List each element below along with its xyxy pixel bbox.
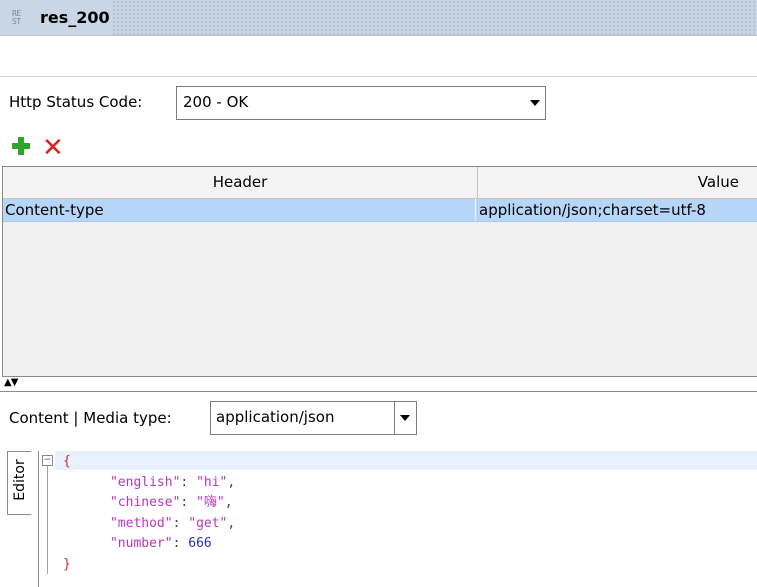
media-type-dropdown-button[interactable] xyxy=(394,402,416,434)
content-media-type-label: Content | Media type: xyxy=(9,409,172,427)
document-tab[interactable]: RE ST res_200 xyxy=(0,0,113,35)
json-key: "method" xyxy=(109,515,173,531)
column-header-value[interactable]: Value xyxy=(478,167,757,198)
media-type-select[interactable]: application/json xyxy=(210,401,417,435)
splitter[interactable] xyxy=(0,391,757,392)
delete-x-icon[interactable]: ✕ xyxy=(42,135,64,161)
fold-collapse-icon[interactable]: − xyxy=(42,455,53,466)
rest-icon: RE ST xyxy=(12,9,26,26)
headers-table: Header Value Content-type application/js… xyxy=(2,166,757,377)
table-header: Header Value xyxy=(3,167,757,199)
column-header-value-label: Value xyxy=(697,173,739,191)
json-value: "get" xyxy=(188,515,228,531)
status-code-select[interactable]: 200 - OK xyxy=(176,86,546,120)
json-key: "english" xyxy=(109,474,181,490)
plus-icon[interactable] xyxy=(11,136,31,156)
rest-icon-text-bottom: ST xyxy=(12,16,21,26)
splitter-toggle-icon[interactable]: ▲▼ xyxy=(4,378,18,388)
table-row[interactable]: Content-type application/json;charset=ut… xyxy=(3,199,757,222)
json-key: "number" xyxy=(109,536,173,551)
chevron-down-icon xyxy=(400,415,410,421)
tab-editor-label: Editor xyxy=(12,459,28,501)
status-code-label: Http Status Code: xyxy=(9,93,143,111)
column-header-header[interactable]: Header xyxy=(3,167,478,198)
fold-guide xyxy=(47,466,48,574)
json-value: 666 xyxy=(188,536,212,551)
divider xyxy=(0,76,757,77)
media-type-value: application/json xyxy=(216,408,335,426)
tab-title: res_200 xyxy=(40,8,110,27)
tab-editor[interactable]: Editor xyxy=(7,451,31,515)
code-content[interactable]: { "english": "hi", "chinese": "嗨", "meth… xyxy=(63,452,235,575)
json-open-brace: { xyxy=(63,454,71,469)
json-value: "嗨" xyxy=(196,495,225,510)
json-close-brace: } xyxy=(63,556,71,572)
title-bar: RE ST res_200 xyxy=(0,0,757,36)
json-value: "hi" xyxy=(196,474,228,490)
json-key: "chinese" xyxy=(109,495,181,510)
header-cell[interactable]: Content-type xyxy=(5,199,476,221)
chevron-down-icon xyxy=(530,100,540,106)
json-editor[interactable]: − { "english": "hi", "chinese": "嗨", "me… xyxy=(38,451,757,587)
value-cell[interactable]: application/json;charset=utf-8 xyxy=(479,199,757,221)
status-code-value: 200 - OK xyxy=(183,93,249,111)
